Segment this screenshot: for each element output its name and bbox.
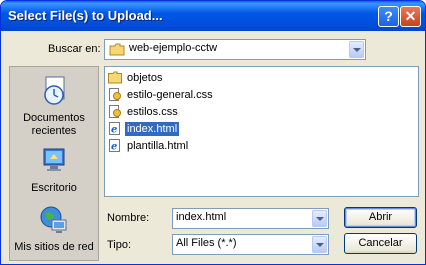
dialog-title: Select File(s) to Upload... bbox=[8, 8, 163, 23]
filetype-value: All Files (*.*) bbox=[176, 237, 237, 249]
filetype-select[interactable]: All Files (*.*) bbox=[172, 234, 329, 255]
filename-label: Nombre: bbox=[107, 212, 150, 224]
place-label: Mis sitios de red bbox=[14, 241, 94, 253]
lookin-select[interactable]: web-ejemplo-cctw bbox=[104, 39, 366, 60]
network-places-icon bbox=[40, 206, 67, 233]
file-name: objetos bbox=[127, 72, 163, 84]
file-list[interactable]: objetos estilo-general.css estilos.css e… bbox=[104, 66, 419, 197]
file-upload-dialog: Select File(s) to Upload... ? ✕ Buscar e… bbox=[0, 0, 426, 265]
lookin-value: web-ejemplo-cctw bbox=[129, 42, 218, 54]
filename-input[interactable]: index.html bbox=[172, 208, 329, 229]
place-label: Escritorio bbox=[31, 182, 77, 194]
file-name: estilo-general.css bbox=[127, 89, 213, 101]
file-name: estilos.css bbox=[127, 106, 178, 118]
folder-icon bbox=[109, 43, 125, 56]
cancel-button[interactable]: Cancelar bbox=[344, 233, 417, 254]
lookin-label: Buscar en: bbox=[48, 43, 101, 55]
close-button[interactable]: ✕ bbox=[400, 6, 421, 27]
css-file-icon bbox=[109, 88, 121, 101]
chevron-down-icon[interactable] bbox=[349, 41, 364, 58]
filename-value: index.html bbox=[176, 211, 227, 223]
title-bar[interactable]: Select File(s) to Upload... ? ✕ bbox=[1, 1, 425, 31]
desktop-icon bbox=[43, 148, 65, 171]
filetype-label: Tipo: bbox=[107, 239, 132, 251]
place-network[interactable]: Mis sitios de red bbox=[10, 204, 98, 254]
open-button[interactable]: Abrir bbox=[344, 207, 417, 228]
place-recent-documents[interactable]: Documentos recientes bbox=[10, 75, 98, 138]
help-button[interactable]: ? bbox=[378, 6, 399, 27]
html-file-icon: e bbox=[109, 122, 120, 136]
chevron-down-icon[interactable] bbox=[312, 210, 327, 227]
file-name: plantilla.html bbox=[127, 140, 189, 152]
html-file-icon: e bbox=[109, 139, 120, 153]
recent-documents-icon bbox=[44, 76, 65, 105]
chevron-down-icon[interactable] bbox=[312, 236, 327, 253]
svg-text:e: e bbox=[111, 125, 117, 136]
svg-text:e: e bbox=[111, 142, 117, 153]
place-label: Documentos recientes bbox=[23, 112, 85, 137]
place-desktop[interactable]: Escritorio bbox=[10, 145, 98, 195]
folder-icon bbox=[108, 71, 122, 84]
places-bar: Documentos recientes Escritorio Mis siti… bbox=[9, 66, 99, 261]
css-file-icon bbox=[109, 105, 121, 118]
file-name: index.html bbox=[125, 122, 180, 136]
